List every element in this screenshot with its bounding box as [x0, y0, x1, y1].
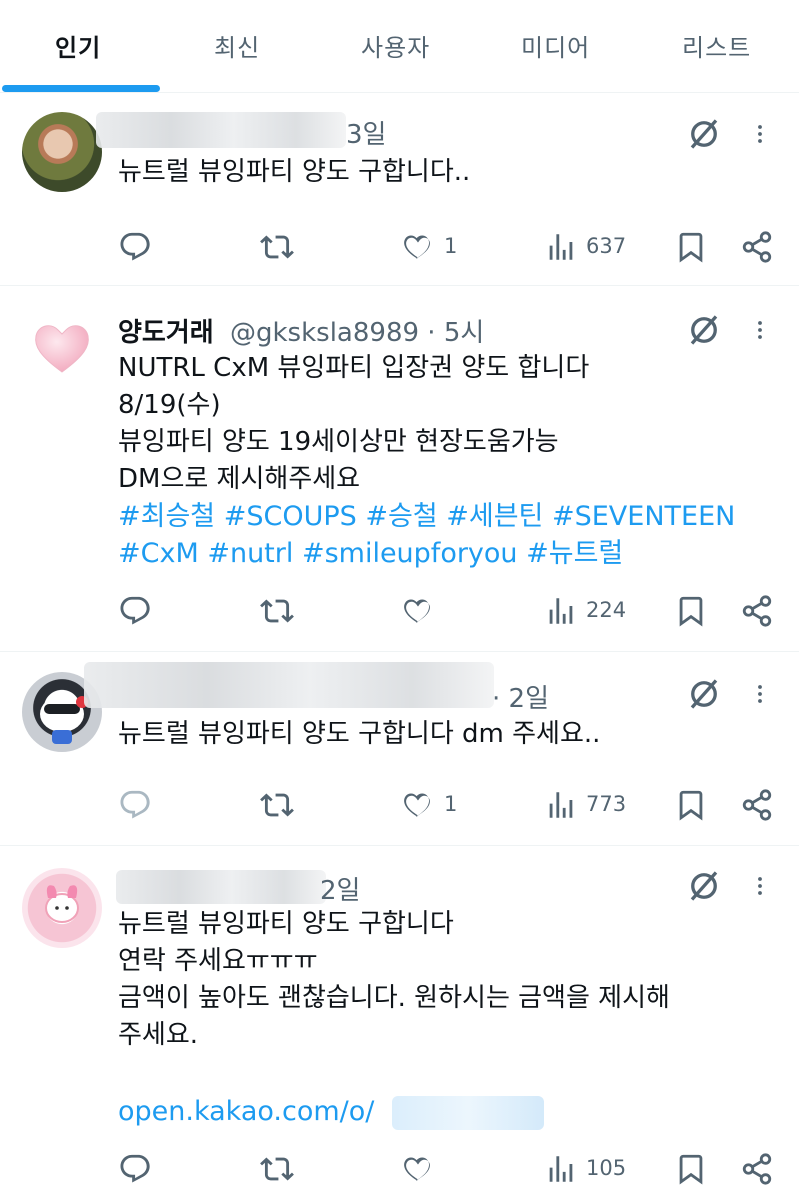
like-icon[interactable]	[401, 594, 435, 628]
view-count: 773	[586, 792, 627, 816]
avatar[interactable]	[22, 306, 102, 386]
views-icon[interactable]	[544, 788, 578, 822]
more-icon[interactable]	[748, 868, 772, 904]
tweet-text: 뉴트럴 뷰잉파티 양도 구합니다 dm 주세요..	[118, 719, 601, 749]
views-icon[interactable]	[544, 1152, 578, 1186]
more-icon[interactable]	[748, 116, 772, 152]
tweet-time: · 2일	[492, 684, 549, 714]
views-icon[interactable]	[544, 594, 578, 628]
share-icon[interactable]	[740, 788, 774, 822]
tweet[interactable]: 3일 뉴트럴 뷰잉파티 양도 구합니다.. 1 637	[0, 94, 799, 286]
tweet-text: NUTRL CxM 뷰잉파티 입장권 양도 합니다 8/19(수) 뷰잉파티 양…	[118, 353, 590, 494]
tab-people[interactable]: 사용자	[361, 28, 430, 63]
reply-icon[interactable]	[118, 788, 152, 822]
view-count: 105	[586, 1156, 627, 1180]
share-icon[interactable]	[740, 1152, 774, 1186]
tweet-time: 2일	[320, 876, 361, 906]
share-icon[interactable]	[740, 230, 774, 264]
reply-icon[interactable]	[118, 594, 152, 628]
avatar[interactable]	[22, 112, 102, 192]
tab-top[interactable]: 인기	[55, 28, 101, 63]
tweet[interactable]: 양도거래 @gksksla8989 · 5시 NUTRL CxM 뷰잉파티 입장…	[0, 286, 799, 652]
retweet-icon[interactable]	[260, 230, 294, 264]
share-icon[interactable]	[740, 594, 774, 628]
more-icon[interactable]	[748, 312, 772, 348]
more-icon[interactable]	[748, 676, 772, 712]
hashtags-line[interactable]: #최승철 #SCOUPS #승철 #세븐틴 #SEVENTEEN	[118, 498, 735, 535]
retweet-icon[interactable]	[260, 788, 294, 822]
tweet-text: 뉴트럴 뷰잉파티 양도 구합니다..	[118, 157, 471, 187]
character-avatar-icon	[45, 885, 79, 923]
reply-icon[interactable]	[118, 230, 152, 264]
retweet-icon[interactable]	[260, 1152, 294, 1186]
redacted-username	[116, 870, 326, 904]
tweet[interactable]: 2일 뉴트럴 뷰잉파티 양도 구합니다 연락 주세요ㅠㅠㅠ 금액이 높아도 괜찮…	[0, 846, 799, 1200]
grok-icon[interactable]	[686, 868, 722, 904]
redacted-username	[84, 662, 494, 708]
view-count: 224	[586, 598, 627, 622]
like-count: 1	[444, 792, 458, 816]
like-icon[interactable]	[401, 1152, 435, 1186]
active-tab-indicator	[2, 85, 160, 92]
redacted-link	[392, 1096, 544, 1130]
grok-icon[interactable]	[686, 312, 722, 348]
bookmark-icon[interactable]	[674, 1152, 708, 1186]
display-name[interactable]: 양도거래	[118, 312, 214, 349]
tab-latest[interactable]: 최신	[214, 28, 260, 63]
retweet-icon[interactable]	[260, 594, 294, 628]
grok-icon[interactable]	[686, 676, 722, 712]
hashtags-line[interactable]: #CxM #nutrl #smileupforyou #뉴트럴	[118, 535, 623, 572]
bookmark-icon[interactable]	[674, 594, 708, 628]
view-count: 637	[586, 234, 627, 258]
search-tabs: 인기 최신 사용자 미디어 리스트	[0, 0, 799, 93]
tab-media[interactable]: 미디어	[521, 28, 590, 63]
tweet[interactable]: · 2일 뉴트럴 뷰잉파티 양도 구합니다 dm 주세요.. 1 773	[0, 652, 799, 846]
tab-lists[interactable]: 리스트	[682, 28, 751, 63]
like-icon[interactable]	[401, 230, 435, 264]
like-icon[interactable]	[401, 788, 435, 822]
tweet-time: 3일	[346, 120, 387, 150]
grok-icon[interactable]	[686, 116, 722, 152]
views-icon[interactable]	[544, 230, 578, 264]
tweet-text: 뉴트럴 뷰잉파티 양도 구합니다 연락 주세요ㅠㅠㅠ 금액이 높아도 괜찮습니다…	[118, 909, 670, 1050]
handle-and-time[interactable]: @gksksla8989 · 5시	[230, 312, 484, 349]
heart-avatar-icon	[35, 325, 89, 373]
kakao-link[interactable]: open.kakao.com/o/	[118, 1096, 374, 1127]
reply-icon[interactable]	[118, 1152, 152, 1186]
bookmark-icon[interactable]	[674, 230, 708, 264]
like-count: 1	[444, 234, 458, 258]
redacted-username	[96, 112, 346, 148]
avatar[interactable]	[22, 868, 102, 948]
bookmark-icon[interactable]	[674, 788, 708, 822]
